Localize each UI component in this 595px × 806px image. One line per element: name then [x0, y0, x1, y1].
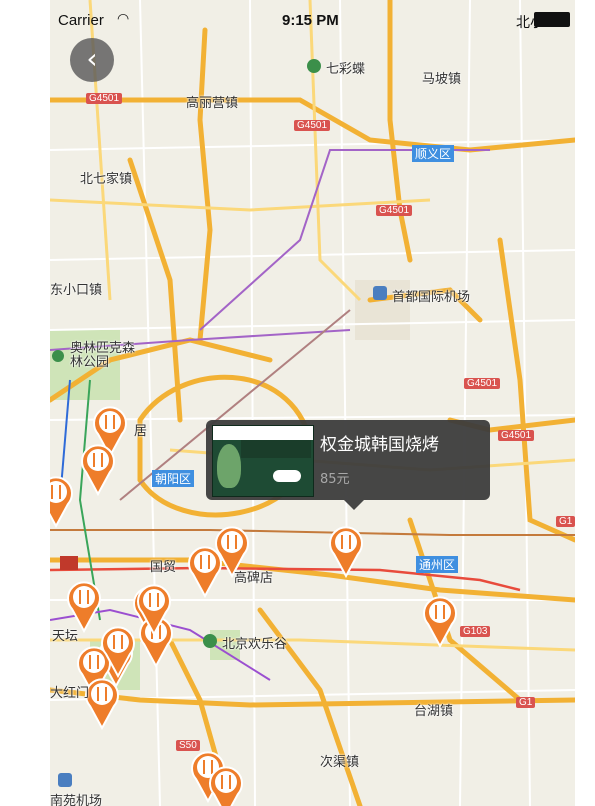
district-label: 通州区	[416, 556, 459, 573]
place-label: 东小口镇	[50, 283, 103, 298]
airport-icon	[58, 773, 72, 787]
district-label: 顺义区	[412, 145, 455, 162]
place-label: 北京欢乐谷	[222, 637, 288, 652]
road-shield: G4501	[86, 93, 123, 104]
place-label: 国贸	[150, 560, 177, 575]
park-icon	[52, 350, 64, 362]
carrier-label: Carrier	[58, 12, 104, 29]
restaurant-name: 权金城韩国烧烤	[320, 435, 439, 455]
place-label: 天坛	[52, 629, 79, 644]
place-label: 奥林匹克森林公园	[70, 341, 136, 370]
status-bar: Carrier ◠ 9:15 PM 北小	[50, 0, 575, 44]
place-label: 北七家镇	[80, 172, 133, 187]
restaurant-callout[interactable]: 权金城韩国烧烤 85元	[206, 420, 490, 510]
place-label: 居	[134, 424, 148, 439]
chevron-left-icon: ‹	[86, 42, 98, 75]
district-label: 朝阳区	[152, 470, 195, 487]
restaurant-thumbnail[interactable]	[212, 425, 314, 497]
road-shield: G4501	[498, 430, 535, 441]
landmark-icon	[60, 556, 78, 570]
place-label: 大红门	[50, 686, 90, 701]
airport-icon	[373, 286, 387, 300]
place-label: 七彩蝶	[326, 62, 366, 77]
clock-time: 9:15 PM	[282, 12, 339, 29]
restaurant-price: 85元	[320, 472, 350, 487]
place-label: 马坡镇	[422, 72, 462, 87]
phone-screen: 七彩蝶 马坡镇 高丽营镇 顺义区 北七家镇 东小口镇 首都国际机场 奥林匹克森林…	[50, 0, 575, 806]
place-label: 南苑机场	[50, 794, 103, 806]
place-label: 次渠镇	[320, 755, 360, 770]
road-shield: G4501	[464, 378, 501, 389]
place-label: 高丽营镇	[186, 96, 239, 111]
road-shield: G1	[556, 516, 575, 527]
place-label: 首都国际机场	[392, 290, 471, 305]
wifi-icon: ◠	[117, 11, 130, 27]
road-shield: G1	[516, 697, 536, 708]
amusement-park-icon	[203, 634, 217, 648]
battery-icon	[534, 12, 570, 27]
place-label: 台湖镇	[414, 704, 454, 719]
road-shield: S50	[176, 740, 200, 751]
park-icon	[307, 59, 321, 73]
road-shield: G4501	[376, 205, 413, 216]
place-label: 高碑店	[234, 571, 274, 586]
road-shield: G103	[460, 626, 491, 637]
back-button[interactable]: ‹	[70, 38, 114, 82]
road-shield: G4501	[294, 120, 331, 131]
